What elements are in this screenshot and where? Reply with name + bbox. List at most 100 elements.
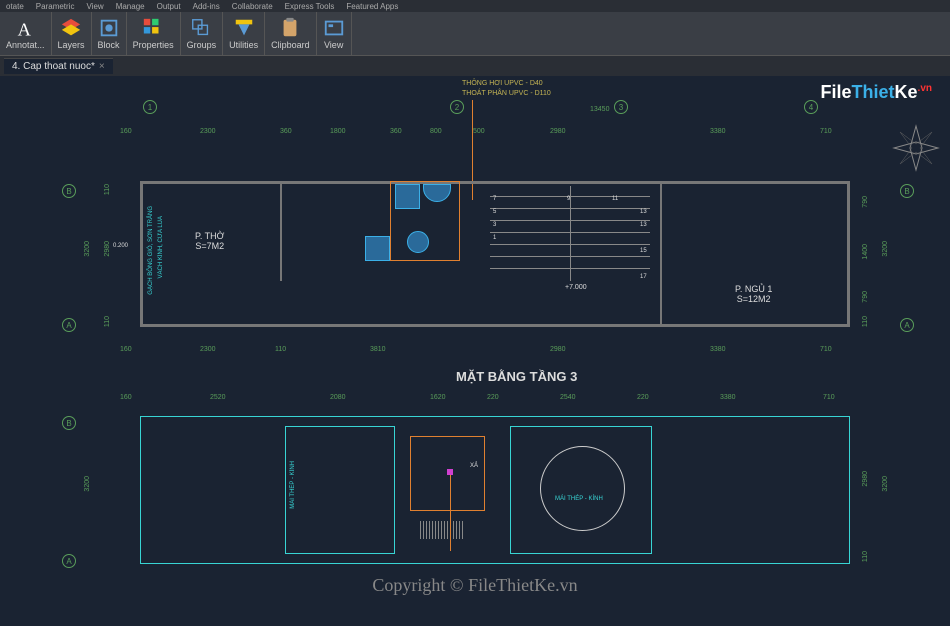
block-label: Block xyxy=(98,40,120,50)
grid-bubble: B xyxy=(900,184,914,198)
block-group[interactable]: Block xyxy=(92,12,127,55)
dimension-text: 220 xyxy=(637,394,649,401)
dimension-text: 3380 xyxy=(710,128,726,135)
grid-bubble: 4 xyxy=(804,100,818,114)
dimension-text: 360 xyxy=(280,128,292,135)
dimension-text: 3810 xyxy=(370,346,386,353)
ribbon-toolbar: A Annotat... Layers Block Properties Gro… xyxy=(0,12,950,56)
view-label: View xyxy=(324,40,343,50)
pipe-note: THÔNG HƠI UPVC - D40 xyxy=(462,80,543,87)
dimension-text: 500 xyxy=(473,128,485,135)
stair-num: 3 xyxy=(493,222,496,228)
grid-bubble: B xyxy=(62,416,76,430)
valve-symbol xyxy=(447,469,453,475)
stair-num: 11 xyxy=(612,196,618,202)
dimension-text: 2540 xyxy=(560,394,576,401)
ribbon-tab[interactable]: Express Tools xyxy=(283,2,337,11)
dimension-text: 2080 xyxy=(330,394,346,401)
ribbon-tab[interactable]: otate xyxy=(4,2,26,11)
dimension-text: 1800 xyxy=(330,128,346,135)
view-group[interactable]: View xyxy=(317,12,352,55)
dimension-text: 110 xyxy=(275,346,286,353)
roof-label: MÁI THÉP - KÍNH xyxy=(555,496,603,502)
groups-icon xyxy=(190,17,212,39)
grid-bubble: B xyxy=(62,184,76,198)
groups-group[interactable]: Groups xyxy=(181,12,224,55)
dimension-text: 3200 xyxy=(84,476,91,492)
stair-num: 13 xyxy=(640,222,647,228)
stair-num: 7 xyxy=(493,196,496,202)
properties-group[interactable]: Properties xyxy=(127,12,181,55)
tab-title: 4. Cap thoat nuoc* xyxy=(12,61,95,72)
properties-label: Properties xyxy=(133,40,174,50)
ribbon-tab[interactable]: Featured Apps xyxy=(344,2,400,11)
dimension-text: 2520 xyxy=(210,394,226,401)
stair-num: 9 xyxy=(567,196,570,202)
close-icon[interactable]: × xyxy=(99,61,105,72)
groups-label: Groups xyxy=(187,40,217,50)
dimension-text: 710 xyxy=(820,128,832,135)
stair-num: 1 xyxy=(493,235,496,241)
dimension-text: 110 xyxy=(104,184,111,195)
utilities-icon xyxy=(233,17,255,39)
ribbon-tab[interactable]: Output xyxy=(155,2,183,11)
annotate-group[interactable]: A Annotat... xyxy=(0,12,52,55)
layers-group[interactable]: Layers xyxy=(52,12,92,55)
stair-num: 5 xyxy=(493,209,496,215)
room-label: P. NGỦ 1 S=12M2 xyxy=(735,284,772,304)
room-label: P. THỜ S=7M2 xyxy=(195,231,224,251)
ribbon-tabs-row: otate Parametric View Manage Output Add-… xyxy=(0,0,950,12)
dimension-text: 800 xyxy=(430,128,442,135)
dimension-text: 3200 xyxy=(84,241,91,257)
ribbon-tab[interactable]: Add-ins xyxy=(191,2,222,11)
dimension-text: 160 xyxy=(120,346,132,353)
grid-bubble: 3 xyxy=(614,100,628,114)
dimension-text: 110 xyxy=(862,551,869,562)
plan-title: MẶT BẰNG TẦNG 3 xyxy=(456,369,577,384)
copyright-watermark: Copyright © FileThietKe.vn xyxy=(0,575,950,596)
layers-label: Layers xyxy=(58,40,85,50)
ribbon-tab[interactable]: Manage xyxy=(114,2,147,11)
dimension-text: 1400 xyxy=(862,244,869,260)
roof-outline xyxy=(140,416,850,564)
dimension-text: 2980 xyxy=(862,471,869,487)
clipboard-icon xyxy=(279,17,301,39)
circular-element xyxy=(540,446,625,531)
wall xyxy=(140,181,850,184)
wall xyxy=(140,324,850,327)
ribbon-tab[interactable]: Collaborate xyxy=(230,2,275,11)
dimension-text: 710 xyxy=(820,346,832,353)
wall xyxy=(140,181,143,327)
stair-num: 15 xyxy=(640,248,647,254)
dimension-text: 790 xyxy=(862,291,869,303)
wall xyxy=(280,181,282,281)
xa-label: XẢ xyxy=(470,463,478,469)
dimension-text: 3200 xyxy=(882,476,889,492)
dimension-text: 3380 xyxy=(720,394,736,401)
dimension-text: 3200 xyxy=(882,241,889,257)
dimension-text: 2980 xyxy=(550,346,566,353)
clipboard-group[interactable]: Clipboard xyxy=(265,12,317,55)
filethietke-logo: FileThietKe.vn xyxy=(821,82,932,103)
grid-bubble: 2 xyxy=(450,100,464,114)
dimension-text: 1620 xyxy=(430,394,446,401)
wall xyxy=(660,181,662,327)
view-icon xyxy=(323,17,345,39)
utilities-group[interactable]: Utilities xyxy=(223,12,265,55)
grid-bubble: A xyxy=(62,554,76,568)
fixture xyxy=(365,236,390,261)
dimension-text: 710 xyxy=(823,394,835,401)
dimension-text: 110 xyxy=(104,316,111,327)
ribbon-tab[interactable]: Parametric xyxy=(34,2,77,11)
dimension-text: 3380 xyxy=(710,346,726,353)
svg-text:A: A xyxy=(18,19,32,39)
dimension-text: 2300 xyxy=(200,346,216,353)
stair-num: 17 xyxy=(640,274,647,280)
roof-panel xyxy=(285,426,395,554)
grid-bubble: A xyxy=(62,318,76,332)
compass-icon[interactable] xyxy=(892,124,940,172)
dimension-text: 790 xyxy=(862,196,869,208)
ribbon-tab[interactable]: View xyxy=(84,2,105,11)
drawing-canvas[interactable]: FileThietKe.vn THÔNG HƠI UPVC - D40 THOÁ… xyxy=(0,76,950,626)
document-tab[interactable]: 4. Cap thoat nuoc* × xyxy=(4,58,113,74)
